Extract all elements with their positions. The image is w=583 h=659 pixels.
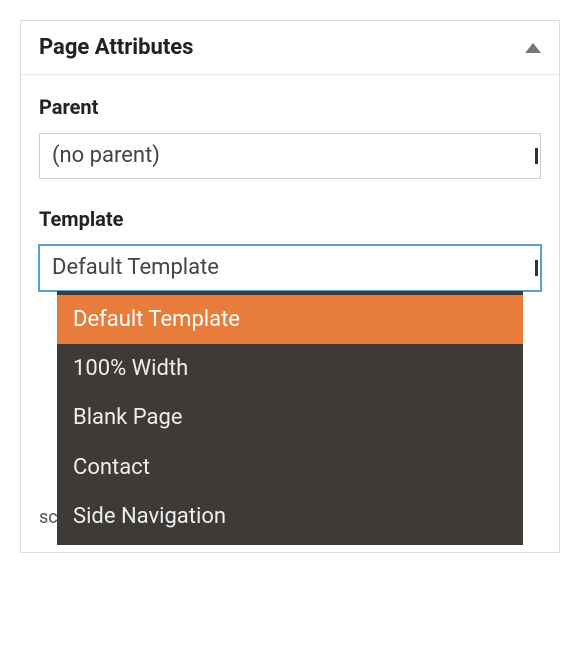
template-option[interactable]: Contact [57,443,523,492]
template-option[interactable]: Side Navigation [57,492,523,541]
collapse-toggle-icon [525,43,541,53]
template-option[interactable]: Blank Page [57,393,523,442]
panel-title: Page Attributes [39,35,193,60]
parent-field: Parent (no parent) [39,95,541,179]
template-option[interactable]: Default Template [57,295,523,344]
select-edge-icon [535,148,538,164]
panel-header[interactable]: Page Attributes [21,21,559,75]
parent-select[interactable]: (no parent) [39,133,541,179]
template-select[interactable]: Default Template [39,245,541,291]
page-attributes-panel: Page Attributes Parent (no parent) Templ… [20,20,560,553]
parent-select-value: (no parent) [52,143,160,168]
panel-body: Parent (no parent) Template Default Temp… [21,75,559,552]
template-option[interactable]: 100% Width [57,344,523,393]
template-dropdown: Default Template 100% Width Blank Page C… [57,291,523,545]
parent-label: Parent [39,95,541,119]
template-field: Template Default Template Default Templa… [39,207,541,291]
select-edge-icon [535,260,538,276]
template-select-value: Default Template [52,255,219,280]
template-label: Template [39,207,541,231]
